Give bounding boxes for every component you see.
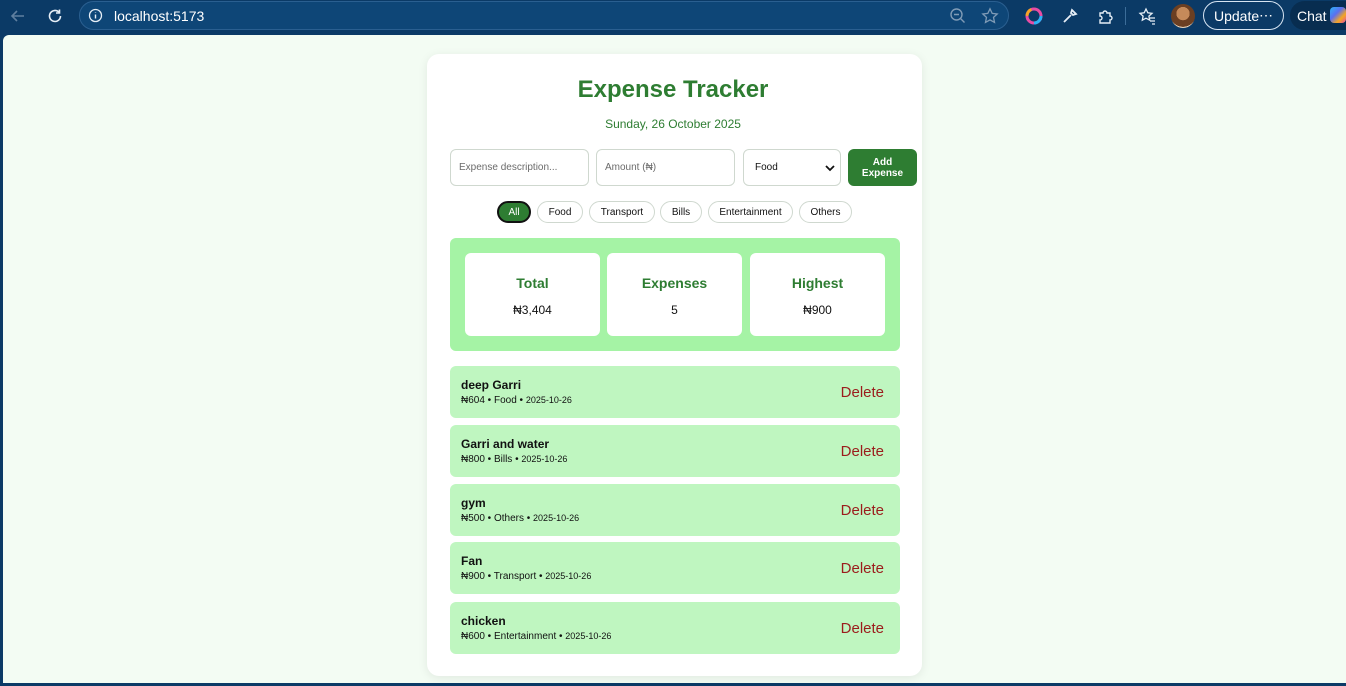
profile-avatar[interactable] bbox=[1171, 4, 1195, 28]
more-icon[interactable]: ⋯ bbox=[1259, 7, 1274, 24]
delete-button[interactable]: Delete bbox=[841, 620, 884, 637]
expense-name: Fan bbox=[461, 554, 483, 568]
stat-value: ₦3,404 bbox=[513, 303, 552, 317]
expense-category: Transport bbox=[493, 571, 537, 582]
back-icon[interactable] bbox=[6, 4, 30, 28]
update-button[interactable]: Update ⋯ bbox=[1203, 1, 1284, 30]
filter-bills[interactable]: Bills bbox=[660, 201, 702, 223]
expense-category: Bills bbox=[493, 454, 513, 465]
toolbar-divider bbox=[1125, 7, 1126, 25]
filter-transport[interactable]: Transport bbox=[589, 201, 655, 223]
stat-highest: Highest ₦900 bbox=[750, 253, 885, 336]
expense-meta: ₦600 • Entertainment • 2025-10-26 bbox=[461, 631, 612, 642]
stat-count: Expenses 5 bbox=[607, 253, 742, 336]
stat-value: 5 bbox=[671, 303, 678, 317]
expense-name: chicken bbox=[461, 614, 506, 628]
current-date: Sunday, 26 October 2025 bbox=[605, 117, 741, 131]
expense-amount: ₦800 bbox=[461, 454, 485, 465]
delete-button[interactable]: Delete bbox=[841, 443, 884, 460]
expense-meta: ₦900 • Transport • 2025-10-26 bbox=[461, 571, 592, 582]
zoom-out-icon[interactable] bbox=[949, 7, 967, 30]
add-expense-button[interactable]: Add Expense bbox=[848, 149, 917, 186]
copilot-icon[interactable] bbox=[1022, 4, 1046, 28]
expense-date: 2025-10-26 bbox=[565, 631, 612, 641]
reload-icon[interactable] bbox=[43, 4, 67, 28]
stat-label: Total bbox=[516, 275, 549, 291]
expense-date: 2025-10-26 bbox=[545, 571, 592, 581]
expense-meta: ₦500 • Others • 2025-10-26 bbox=[461, 513, 580, 524]
puzzle-icon[interactable] bbox=[1094, 4, 1118, 28]
expense-category: Others bbox=[493, 513, 524, 524]
expense-row: Garri and water ₦800 • Bills • 2025-10-2… bbox=[450, 425, 900, 477]
add-label-line2: Expense bbox=[861, 167, 904, 179]
delete-button[interactable]: Delete bbox=[841, 560, 884, 577]
url-text[interactable]: localhost:5173 bbox=[114, 8, 204, 24]
stat-label: Expenses bbox=[641, 275, 708, 291]
category-select[interactable]: Food bbox=[743, 149, 841, 186]
expense-row: gym ₦500 • Others • 2025-10-26 Delete bbox=[450, 484, 900, 536]
expense-row: Fan ₦900 • Transport • 2025-10-26 Delete bbox=[450, 542, 900, 594]
page-title: Expense Tracker bbox=[577, 76, 769, 103]
expense-category: Entertainment bbox=[493, 631, 557, 642]
expense-name: Garri and water bbox=[461, 437, 550, 451]
filter-others[interactable]: Others bbox=[799, 201, 852, 223]
star-icon[interactable] bbox=[981, 7, 999, 30]
expense-amount: ₦500 bbox=[461, 513, 485, 524]
expense-name: gym bbox=[461, 496, 486, 510]
expense-row: chicken ₦600 • Entertainment • 2025-10-2… bbox=[450, 602, 900, 654]
browser-toolbar: localhost:5173 Update ⋯ Chat bbox=[0, 0, 1346, 32]
delete-button[interactable]: Delete bbox=[841, 384, 884, 401]
copilot-logo-icon[interactable] bbox=[1330, 7, 1346, 23]
filter-entertainment[interactable]: Entertainment bbox=[708, 201, 793, 223]
expense-date: 2025-10-26 bbox=[521, 454, 568, 464]
filter-food[interactable]: Food bbox=[537, 201, 583, 223]
expense-category: Food bbox=[493, 395, 517, 406]
expense-date: 2025-10-26 bbox=[525, 395, 572, 405]
eyedropper-icon[interactable] bbox=[1058, 4, 1082, 28]
expense-amount: ₦900 bbox=[461, 571, 485, 582]
category-selected: Food bbox=[755, 162, 778, 173]
amount-input[interactable]: Amount (₦) bbox=[596, 149, 735, 186]
description-input[interactable]: Expense description... bbox=[450, 149, 589, 186]
stat-value: ₦900 bbox=[803, 303, 832, 317]
amount-placeholder: Amount (₦) bbox=[605, 162, 657, 173]
expense-date: 2025-10-26 bbox=[533, 513, 580, 523]
update-label: Update bbox=[1214, 7, 1260, 24]
chat-label: Chat bbox=[1297, 7, 1327, 24]
expense-meta: ₦604 • Food • 2025-10-26 bbox=[461, 395, 572, 406]
stat-total: Total ₦3,404 bbox=[465, 253, 600, 336]
chevron-down-icon bbox=[825, 165, 835, 172]
description-placeholder: Expense description... bbox=[459, 162, 558, 173]
delete-button[interactable]: Delete bbox=[841, 502, 884, 519]
expense-amount: ₦604 bbox=[461, 395, 485, 406]
favorites-icon[interactable] bbox=[1135, 4, 1159, 28]
address-bar[interactable]: localhost:5173 bbox=[79, 1, 1009, 30]
expense-meta: ₦800 • Bills • 2025-10-26 bbox=[461, 454, 568, 465]
expense-amount: ₦600 bbox=[461, 631, 485, 642]
filter-all[interactable]: All bbox=[497, 201, 531, 223]
expense-row: deep Garri ₦604 • Food • 2025-10-26 Dele… bbox=[450, 366, 900, 418]
add-label-line1: Add bbox=[872, 156, 893, 168]
expense-name: deep Garri bbox=[461, 378, 522, 392]
stat-label: Highest bbox=[791, 275, 844, 291]
info-icon[interactable] bbox=[88, 8, 103, 28]
